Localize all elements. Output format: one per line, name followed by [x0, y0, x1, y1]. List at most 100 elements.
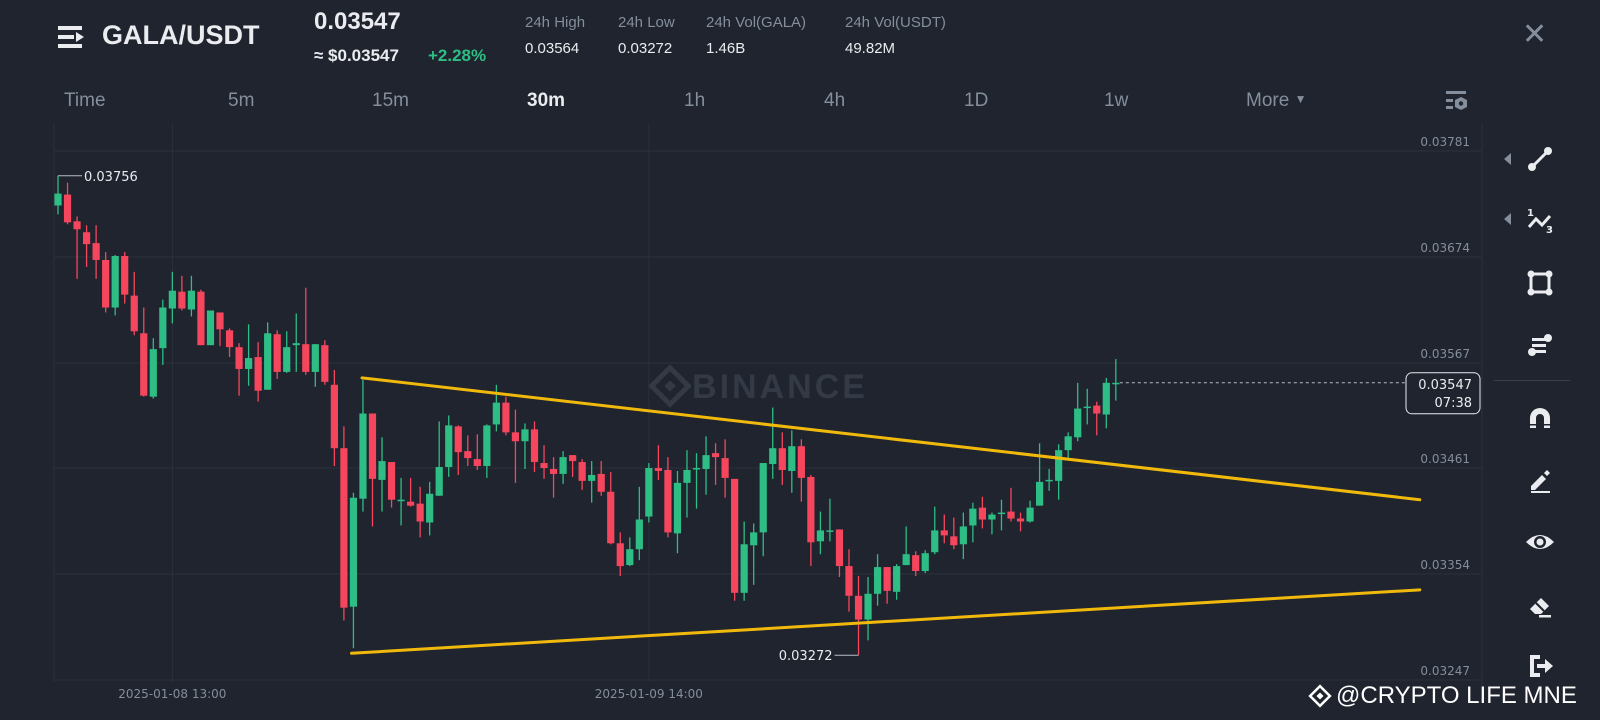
candle-body [597, 473, 605, 492]
svg-text:3: 3 [1546, 225, 1553, 235]
candle-body [997, 512, 1006, 515]
candle-body [578, 462, 586, 481]
candle-body [673, 482, 682, 534]
magnet-icon[interactable] [1524, 402, 1556, 434]
candle-body [416, 503, 424, 522]
expand-triangle-icon[interactable] [1504, 213, 1511, 225]
candle-body [950, 536, 958, 546]
candle-body [483, 425, 491, 467]
trend-line-icon[interactable] [1524, 143, 1556, 175]
candle-body [530, 429, 539, 463]
candle-body [1026, 507, 1034, 522]
price-tick-label: 0.03781 [1420, 135, 1470, 149]
candle-body [149, 349, 157, 397]
candle-body [178, 291, 186, 309]
candle-body [254, 357, 262, 391]
candle-up [206, 310, 215, 346]
candle-body [816, 530, 824, 542]
candle-body [559, 457, 567, 474]
candle-up [111, 255, 119, 316]
candle-body [826, 530, 834, 532]
candle-body [759, 463, 767, 533]
candle-down [731, 478, 739, 601]
candle-down [197, 289, 205, 346]
candle-body [159, 307, 167, 349]
chart-grid [0, 124, 1483, 702]
candle-body [540, 463, 548, 469]
pen-icon[interactable] [1524, 464, 1556, 496]
text-tool-icon[interactable] [1524, 329, 1556, 361]
candle-body [616, 543, 624, 567]
price-tick-label: 0.03354 [1420, 558, 1470, 572]
candle-body [54, 193, 62, 206]
candle-body [807, 476, 815, 543]
candle-body [1045, 479, 1053, 482]
candle-body [969, 508, 977, 526]
price-tick-label: 0.03247 [1420, 664, 1470, 678]
candle-body [111, 256, 119, 308]
candle-body [340, 448, 348, 608]
candle-body [168, 290, 176, 309]
candle-body [664, 469, 672, 533]
candle-body [283, 347, 291, 372]
candle-down [273, 330, 281, 379]
high-marker-label: 0.03756 [84, 170, 138, 185]
candle-body [82, 232, 91, 245]
candle-body [883, 567, 891, 591]
candle-body [63, 194, 72, 223]
candle-body [778, 448, 786, 470]
candle-body [902, 554, 910, 566]
candle-body [121, 256, 129, 295]
candle-body [788, 446, 796, 471]
candle-body [502, 402, 510, 433]
candle-down [321, 340, 329, 385]
current-price-label: 0.03547 [1418, 378, 1472, 393]
candle-body [683, 469, 691, 483]
candle-body [721, 458, 729, 478]
candle-body [511, 432, 520, 442]
candle-body [1055, 450, 1063, 481]
eraser-icon[interactable] [1524, 589, 1556, 621]
candle-body [549, 468, 558, 474]
candle-body [140, 333, 148, 396]
candle-body [835, 529, 844, 567]
candle-body [264, 333, 272, 390]
toolbar-divider [1494, 380, 1570, 381]
candle-body [492, 402, 500, 425]
candle-body [206, 310, 215, 346]
candle-up [645, 463, 653, 523]
candle-body [235, 347, 243, 369]
expand-triangle-icon[interactable] [1504, 153, 1511, 165]
candle-body [750, 532, 758, 546]
exit-icon[interactable] [1524, 650, 1556, 682]
candle-body [645, 468, 653, 517]
candle-up [921, 550, 929, 574]
price-tick-label: 0.03461 [1420, 452, 1470, 466]
candle-body [302, 344, 310, 372]
candle-body [1093, 405, 1101, 414]
candle-body [1083, 406, 1091, 409]
time-tick-label: 2025-01-08 13:00 [118, 687, 226, 701]
candle-body [216, 312, 224, 330]
svg-text:1: 1 [1527, 208, 1534, 219]
candle-body [397, 499, 405, 502]
candle-body [445, 425, 453, 468]
candle-body [731, 478, 739, 593]
candle-body [692, 468, 701, 470]
rectangle-icon[interactable] [1524, 267, 1556, 299]
candle-body [893, 566, 901, 592]
creator-watermark: @CRYPTO LIFE MNE [1336, 682, 1577, 709]
low-marker-label: 0.03272 [779, 649, 833, 664]
candlestick-chart[interactable]: BINANCE 0.03756 0.03272 0.03547 07:38 0.037… [0, 0, 1600, 720]
candle-body [845, 566, 853, 596]
candle-body [368, 413, 377, 479]
candle-body [1016, 518, 1025, 522]
eye-icon[interactable] [1524, 526, 1556, 558]
candle-body [740, 544, 748, 593]
candle-body [435, 467, 443, 496]
candle-body [873, 567, 882, 594]
fib-icon[interactable]: 13 [1524, 203, 1556, 235]
candle-body [654, 468, 662, 471]
candle-body [702, 455, 710, 469]
candle-body [102, 259, 110, 308]
